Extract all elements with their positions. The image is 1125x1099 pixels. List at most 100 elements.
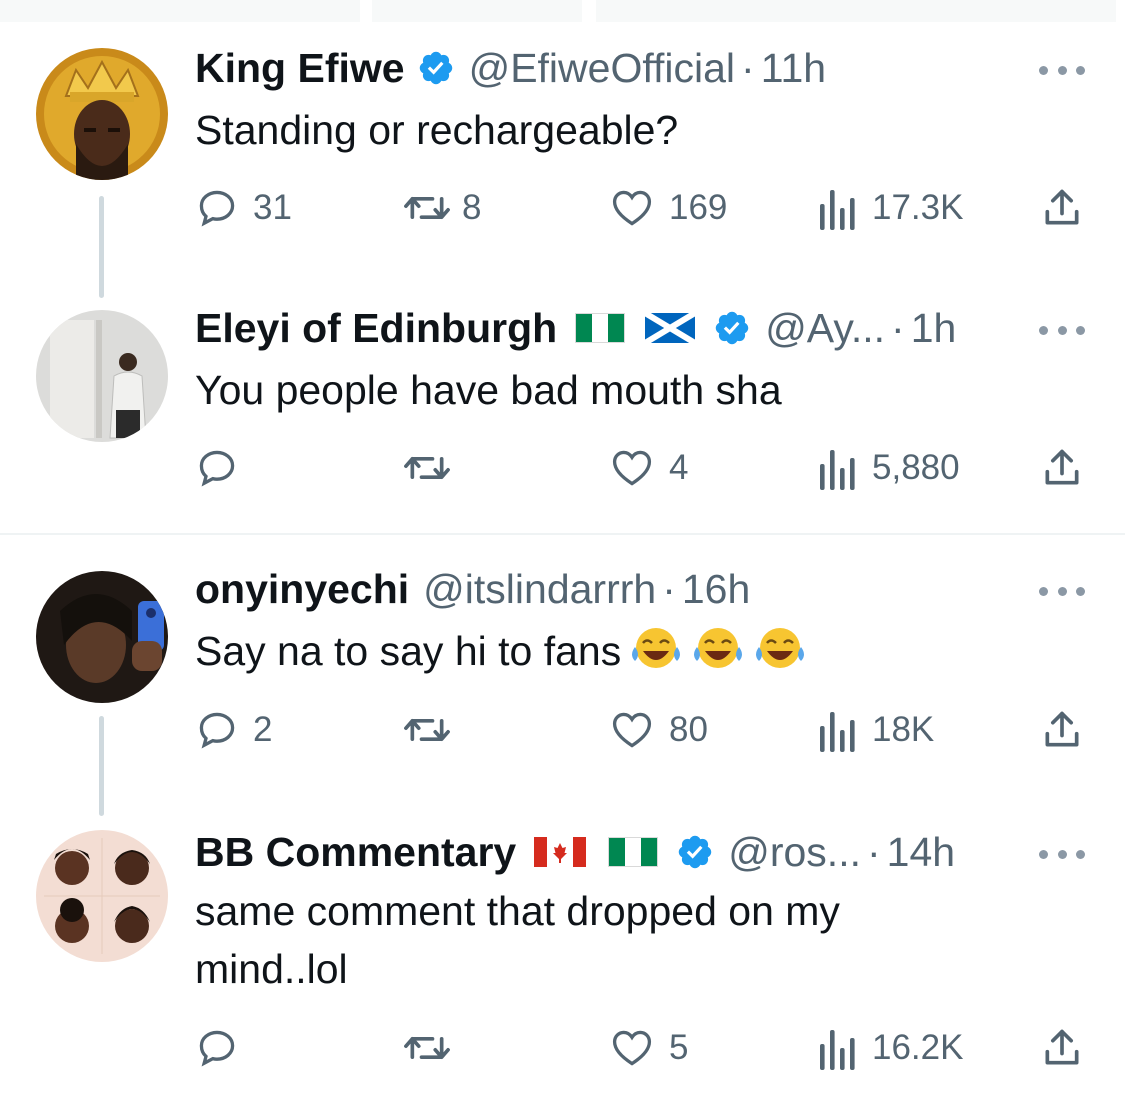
tweet-actions: 2 80 18K <box>0 705 1125 755</box>
views-button[interactable]: 17.3K <box>818 183 963 233</box>
handle[interactable]: @Ay... <box>765 303 885 353</box>
tweet-text: You people have bad mouth sha <box>195 367 782 413</box>
reply-count: 2 <box>253 710 273 749</box>
share-button[interactable] <box>1040 705 1084 755</box>
nigeria-flag-icon <box>608 837 659 867</box>
more-icon[interactable] <box>1039 584 1085 598</box>
share-icon <box>1045 1029 1079 1065</box>
separator-dot: · <box>741 45 755 91</box>
tweet-actions: 31 8 169 17.3K <box>0 183 1125 233</box>
heart-icon <box>612 450 652 486</box>
tweet-text-content: Say na to say hi to fans <box>195 628 622 674</box>
avatar[interactable] <box>36 830 168 962</box>
display-name[interactable]: Eleyi of Edinburgh <box>195 303 557 353</box>
tweet-actions: 4 5,880 <box>0 443 1125 493</box>
handle[interactable]: @ros... <box>728 827 861 877</box>
more-icon[interactable] <box>1039 323 1085 337</box>
nigeria-flag-icon <box>575 313 626 343</box>
avatar-king-image <box>36 48 168 180</box>
handle[interactable]: @EfiweOfficial <box>469 43 735 93</box>
views-bar-icon <box>820 450 855 490</box>
reply-icon <box>199 450 235 487</box>
heart-icon <box>612 712 652 748</box>
reply-icon <box>199 1030 235 1067</box>
reply-button[interactable] <box>195 1023 253 1073</box>
like-count: 169 <box>669 188 728 227</box>
share-button[interactable] <box>1040 183 1084 233</box>
display-name[interactable]: King Efiwe <box>195 43 405 93</box>
share-icon <box>1045 711 1079 747</box>
reply-button[interactable]: 31 <box>195 183 292 233</box>
tears-of-joy-emoji-icon <box>753 625 807 686</box>
reply-icon <box>199 190 235 227</box>
tears-of-joy-emoji-icon <box>691 625 745 686</box>
like-button[interactable]: 169 <box>609 183 727 233</box>
heart-icon <box>612 190 652 226</box>
like-button[interactable]: 80 <box>609 705 708 755</box>
views-count: 16.2K <box>872 1028 964 1067</box>
tweet-header: BB Commentary @ros... · 14h <box>195 827 1000 877</box>
retweet-icon <box>404 1037 450 1059</box>
heart-icon <box>612 1030 652 1066</box>
views-button[interactable]: 16.2K <box>818 1023 963 1073</box>
avatar-mirror-photo <box>36 310 168 442</box>
avatar[interactable] <box>36 310 168 442</box>
reply-icon <box>199 712 235 749</box>
tweet-4[interactable]: BB Commentary @ros... · 14h same comment… <box>0 810 1125 1099</box>
reply-button[interactable]: 2 <box>195 705 272 755</box>
share-button[interactable] <box>1040 1023 1084 1073</box>
display-name[interactable]: BB Commentary <box>195 827 516 877</box>
avatar[interactable] <box>36 571 168 703</box>
retweet-icon <box>404 719 450 741</box>
like-button[interactable]: 4 <box>609 443 688 493</box>
tweet-header: Eleyi of Edinburgh @Ay... · 1h <box>195 303 1000 353</box>
retweet-icon <box>404 197 450 219</box>
retweet-button[interactable]: 8 <box>398 183 481 233</box>
reply-button[interactable] <box>195 443 253 493</box>
tweet-1[interactable]: King Efiwe @EfiweOfficial · 11h Standing… <box>0 0 1125 298</box>
timestamp[interactable]: 11h <box>761 43 826 93</box>
display-name[interactable]: onyinyechi <box>195 564 409 614</box>
tweet-text: Say na to say hi to fans <box>195 622 1015 686</box>
separator-dot: · <box>662 566 676 612</box>
share-icon <box>1045 189 1079 225</box>
more-icon[interactable] <box>1039 847 1085 861</box>
views-count: 5,880 <box>872 448 960 487</box>
verified-badge-icon <box>713 309 751 347</box>
views-button[interactable]: 5,880 <box>818 443 960 493</box>
tweet-2[interactable]: Eleyi of Edinburgh @Ay... · 1h You peopl… <box>0 290 1125 534</box>
like-count: 4 <box>669 448 689 487</box>
timestamp[interactable]: 14h <box>887 827 955 877</box>
timestamp[interactable]: 16h <box>682 564 750 614</box>
separator-dot: · <box>891 305 905 351</box>
retweet-button[interactable] <box>398 1023 470 1073</box>
views-button[interactable]: 18K <box>818 705 934 755</box>
tweet-3[interactable]: onyinyechi @itslindarrrh · 16h Say na to… <box>0 536 1125 816</box>
thread-divider <box>0 533 1125 535</box>
like-button[interactable]: 5 <box>609 1023 688 1073</box>
more-icon[interactable] <box>1039 63 1085 77</box>
views-count: 17.3K <box>872 188 964 227</box>
retweet-button[interactable] <box>398 443 470 493</box>
avatar-collage-image <box>36 830 168 962</box>
canada-flag-icon <box>534 837 587 867</box>
retweet-count: 8 <box>462 188 482 227</box>
tweet-text: same comment that dropped on my mind..lo… <box>195 888 840 992</box>
scotland-flag-icon <box>645 313 696 343</box>
avatar[interactable] <box>36 48 168 180</box>
tweet-header: onyinyechi @itslindarrrh · 16h <box>195 564 1000 614</box>
views-bar-icon <box>820 712 855 752</box>
handle[interactable]: @itslindarrrh <box>423 564 656 614</box>
verified-badge-icon <box>676 833 714 871</box>
like-count: 80 <box>669 710 708 749</box>
share-button[interactable] <box>1040 443 1084 493</box>
tweet-actions: 5 16.2K <box>0 1023 1125 1073</box>
timestamp[interactable]: 1h <box>911 303 957 353</box>
retweet-button[interactable] <box>398 705 470 755</box>
reply-count: 31 <box>253 188 292 227</box>
tears-of-joy-emoji-icon <box>629 625 683 686</box>
views-bar-icon <box>820 1030 855 1070</box>
tweet-text: Standing or rechargeable? <box>195 107 679 153</box>
share-icon <box>1045 449 1079 485</box>
views-count: 18K <box>872 710 935 749</box>
